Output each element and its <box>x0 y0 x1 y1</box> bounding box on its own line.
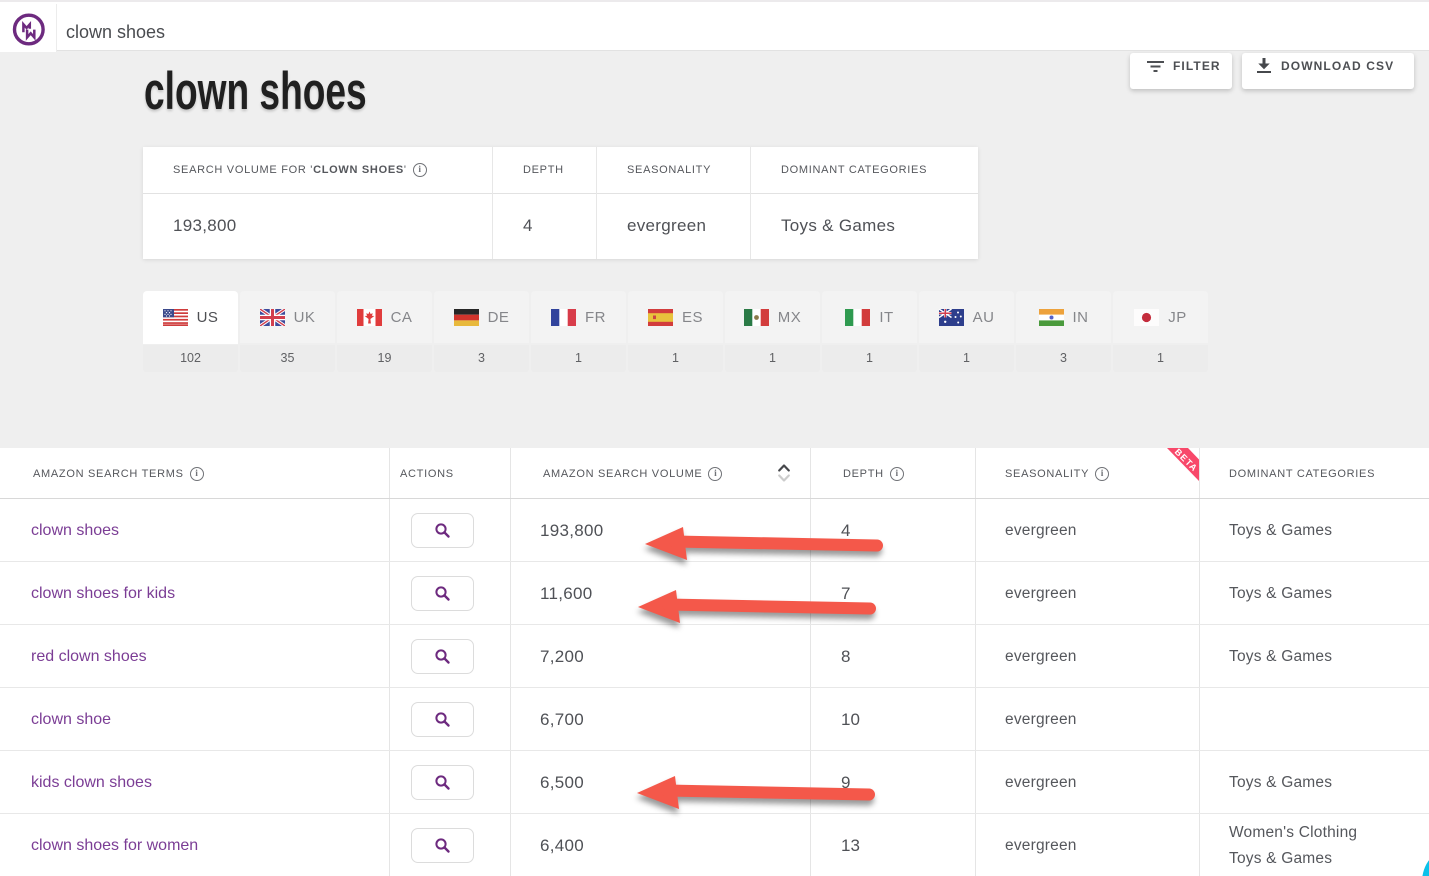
svg-text:BETA: BETA <box>1173 448 1199 474</box>
